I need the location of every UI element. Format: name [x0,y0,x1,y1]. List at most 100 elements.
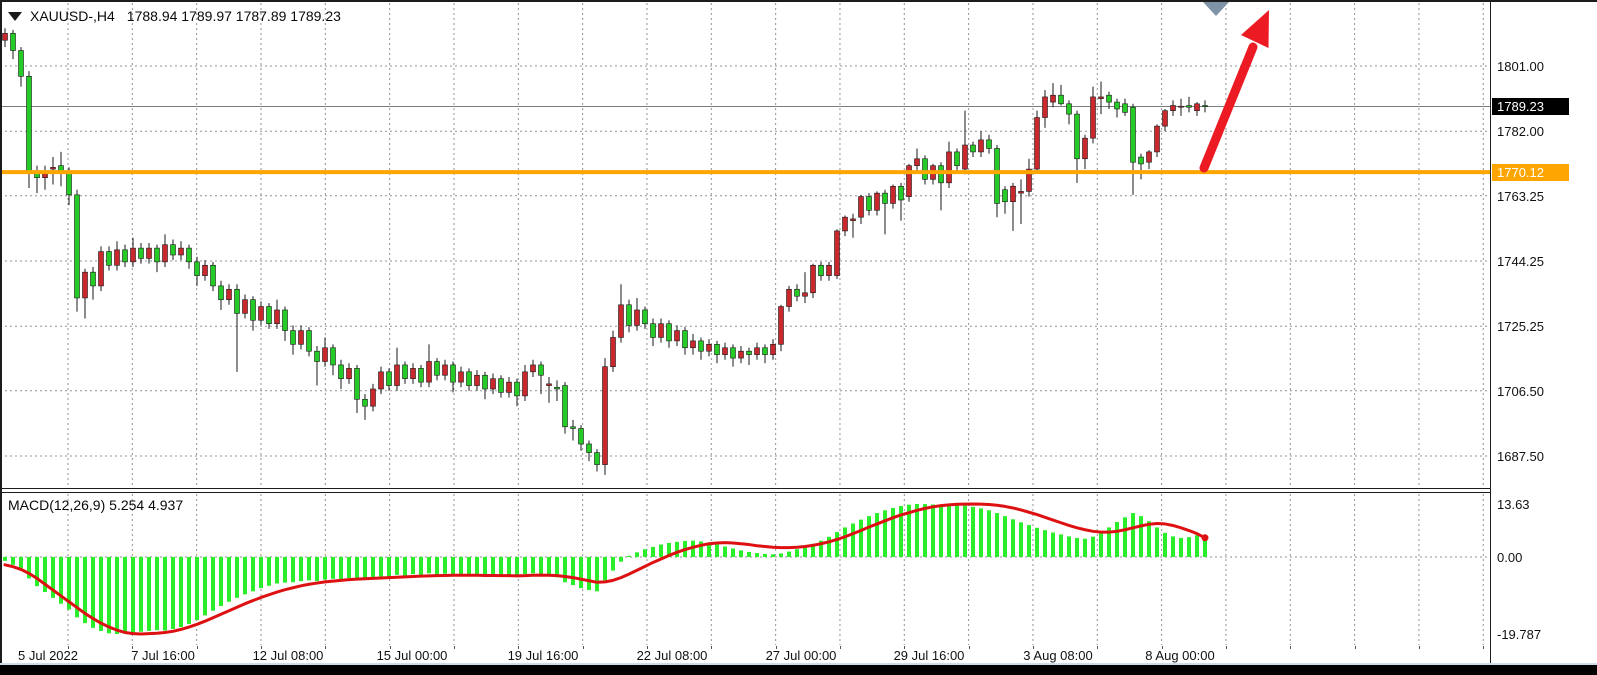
bear-candle [1123,104,1128,113]
bear-candle [715,344,720,354]
macd-bar [171,557,175,629]
bull-candle [1091,97,1096,138]
macd-bar [635,552,639,557]
chart-shift-marker-icon[interactable] [1203,2,1229,16]
time-axis-label: 12 Jul 08:00 [253,648,324,663]
bear-candle [483,375,488,389]
price-scale[interactable]: 1801.001782.001763.251744.251725.251706.… [1491,0,1597,664]
time-axis-tick [1483,646,1484,649]
bull-candle [947,152,952,183]
macd-bar [763,554,767,557]
macd-bar [571,557,575,585]
bear-candle [731,348,736,358]
macd-bar [507,557,511,575]
bear-candle [795,289,800,296]
macd-bar [1179,538,1183,557]
macd-bar [1155,527,1159,557]
macd-bar [587,557,591,590]
time-scale[interactable]: 5 Jul 20227 Jul 16:0012 Jul 08:0015 Jul … [0,646,1490,664]
symbol-label: XAUUSD-,H4 1788.94 1789.97 1787.89 1789.… [8,8,341,24]
price-axis-label: 1706.50 [1497,384,1544,399]
macd-bar [491,557,495,575]
bull-candle [1043,97,1048,118]
bear-candle [1139,157,1144,164]
symbol-dropdown-icon[interactable] [8,12,22,21]
bull-candle [659,324,664,338]
bull-candle [1171,106,1176,111]
chart-canvas[interactable] [0,0,1490,664]
macd-bar [723,546,727,557]
bull-candle [1051,95,1056,102]
left-border [0,0,2,664]
bull-candle [1155,126,1160,152]
bull-candle [811,265,816,292]
macd-bar [827,537,831,557]
bull-candle [83,272,88,298]
bull-candle [131,248,136,262]
bear-candle [419,368,424,382]
macd-label: MACD(12,26,9) 5.254 4.937 [8,497,183,513]
bull-candle [787,289,792,306]
bear-candle [819,265,824,275]
grid-lines [0,3,1490,645]
bear-candle [667,324,672,341]
macd-bar [939,505,943,557]
bull-candle [3,33,8,40]
macd-bar [147,557,151,631]
current-price-marker: 1789.23 [1492,98,1569,115]
bull-candle [691,341,696,348]
bull-candle [1011,186,1016,201]
macd-bar [195,557,199,620]
bear-candle [363,399,368,406]
macd-bar [427,557,431,573]
bull-candle [851,219,856,221]
bear-candle [1131,107,1136,162]
bear-candle [251,300,256,321]
trend-arrow[interactable] [1204,10,1269,168]
bear-candle [11,33,16,50]
macd-bar [1067,536,1071,557]
bull-candle [1035,118,1040,170]
bull-candle [1179,106,1184,107]
macd-bar [867,516,871,557]
macd-bar [155,557,159,630]
bear-candle [683,331,688,348]
macd-bar [1171,536,1175,557]
macd-bar [731,548,735,557]
macd-bar [539,557,543,575]
bull-candle [755,348,760,355]
macd-bar [1075,538,1079,557]
time-axis-tick [132,646,133,649]
bear-candle [123,250,128,262]
time-axis-tick [390,646,391,649]
bull-candle [1099,97,1104,99]
bear-candle [339,365,344,379]
bear-candle [515,382,520,396]
macd-bar [3,557,7,561]
price-axis-label: 1744.25 [1497,254,1544,269]
macd-bar [323,557,327,580]
time-axis-label: 3 Aug 08:00 [1023,648,1092,663]
macd-bar [755,553,759,557]
bull-candle [1195,104,1200,111]
bottom-bar [0,665,1597,675]
bull-candle [243,300,248,314]
macd-bar [179,557,183,627]
macd-bar [371,557,375,578]
time-axis-tick [647,646,648,649]
macd-bar [835,532,839,557]
chart-frame: XAUUSD-,H4 1788.94 1789.97 1787.89 1789.… [0,0,1490,664]
bull-candle [635,310,640,325]
macd-bar [795,549,799,557]
macd-bar [1043,530,1047,557]
macd-bar [219,557,223,606]
chart-window: XAUUSD-,H4 1788.94 1789.97 1787.89 1789.… [0,0,1597,675]
bull-candle [99,252,104,286]
bull-candle [603,367,608,465]
time-axis-tick [1033,646,1034,649]
bear-candle [555,387,560,389]
time-axis-tick [840,646,841,649]
bull-candle [427,362,432,383]
macd-bar [467,557,471,576]
bull-candle [411,368,416,378]
